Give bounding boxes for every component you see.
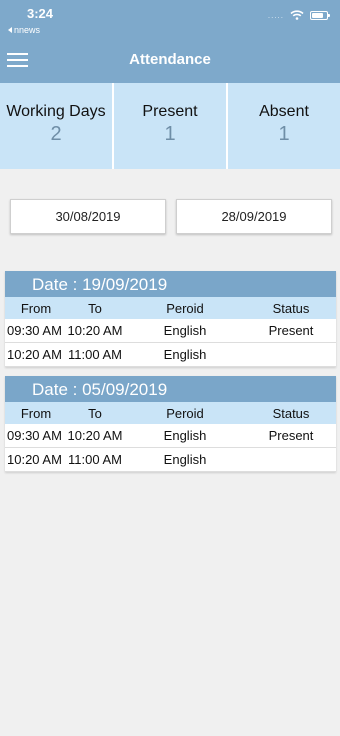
table-row: 10:20 AM 11:00 AM English xyxy=(5,448,336,472)
stat-working-days: Working Days 2 xyxy=(0,83,114,169)
table-header: From To Peroid Status xyxy=(5,297,336,319)
stat-absent: Absent 1 xyxy=(228,83,340,169)
stat-label: Present xyxy=(142,103,198,120)
to-date-field[interactable]: 28/09/2019 xyxy=(176,199,332,234)
stat-present: Present 1 xyxy=(114,83,228,169)
app-header: 3:24 nnews ..... Attendance xyxy=(0,0,340,83)
stat-value: 1 xyxy=(278,123,290,145)
cell-period: English xyxy=(163,428,207,443)
cell-status: Present xyxy=(268,428,314,443)
stat-value: 2 xyxy=(50,123,62,145)
table-row: 10:20 AM 11:00 AM English xyxy=(5,343,336,367)
battery-icon xyxy=(310,10,330,20)
cell-to: 11:00 AM xyxy=(68,347,122,362)
col-status: Status xyxy=(272,406,310,421)
back-app-label: nnews xyxy=(14,25,41,35)
status-time: 3:24 xyxy=(27,6,54,21)
col-to: To xyxy=(88,406,102,421)
col-period: Peroid xyxy=(166,301,204,316)
col-period: Peroid xyxy=(166,406,204,421)
back-to-app-link[interactable]: nnews xyxy=(8,25,40,35)
table-header: From To Peroid Status xyxy=(5,402,336,424)
table-row: 09:30 AM 10:20 AM English Present xyxy=(5,319,336,343)
attendance-day-card: Date : 19/09/2019 From To Peroid Status … xyxy=(5,271,336,367)
cell-to: 11:00 AM xyxy=(68,452,122,467)
attendance-summary: Working Days 2 Present 1 Absent 1 xyxy=(0,83,340,169)
cell-from: 09:30 AM xyxy=(7,323,62,338)
from-date-field[interactable]: 30/08/2019 xyxy=(10,199,166,234)
attendance-day-card: Date : 05/09/2019 From To Peroid Status … xyxy=(5,376,336,472)
cell-status: Present xyxy=(268,323,314,338)
signal-icon: ..... xyxy=(267,10,284,20)
cell-period: English xyxy=(163,347,207,362)
cell-to: 10:20 AM xyxy=(67,428,123,443)
cell-period: English xyxy=(163,323,207,338)
col-from: From xyxy=(20,301,52,316)
stat-label: Working Days xyxy=(6,103,106,120)
day-title: Date : 05/09/2019 xyxy=(5,376,336,402)
wifi-icon xyxy=(290,10,304,20)
stat-value: 1 xyxy=(164,123,176,145)
cell-from: 09:30 AM xyxy=(7,428,62,443)
table-row: 09:30 AM 10:20 AM English Present xyxy=(5,424,336,448)
cell-period: English xyxy=(163,452,207,467)
cell-from: 10:20 AM xyxy=(7,452,62,467)
col-from: From xyxy=(20,406,52,421)
cell-from: 10:20 AM xyxy=(7,347,62,362)
stat-label: Absent xyxy=(259,103,309,120)
col-to: To xyxy=(88,301,102,316)
status-icons: ..... xyxy=(267,10,330,20)
cell-to: 10:20 AM xyxy=(67,323,123,338)
day-title: Date : 19/09/2019 xyxy=(5,271,336,297)
page-title: Attendance xyxy=(129,51,211,68)
back-arrow-icon xyxy=(8,27,12,33)
col-status: Status xyxy=(272,301,310,316)
